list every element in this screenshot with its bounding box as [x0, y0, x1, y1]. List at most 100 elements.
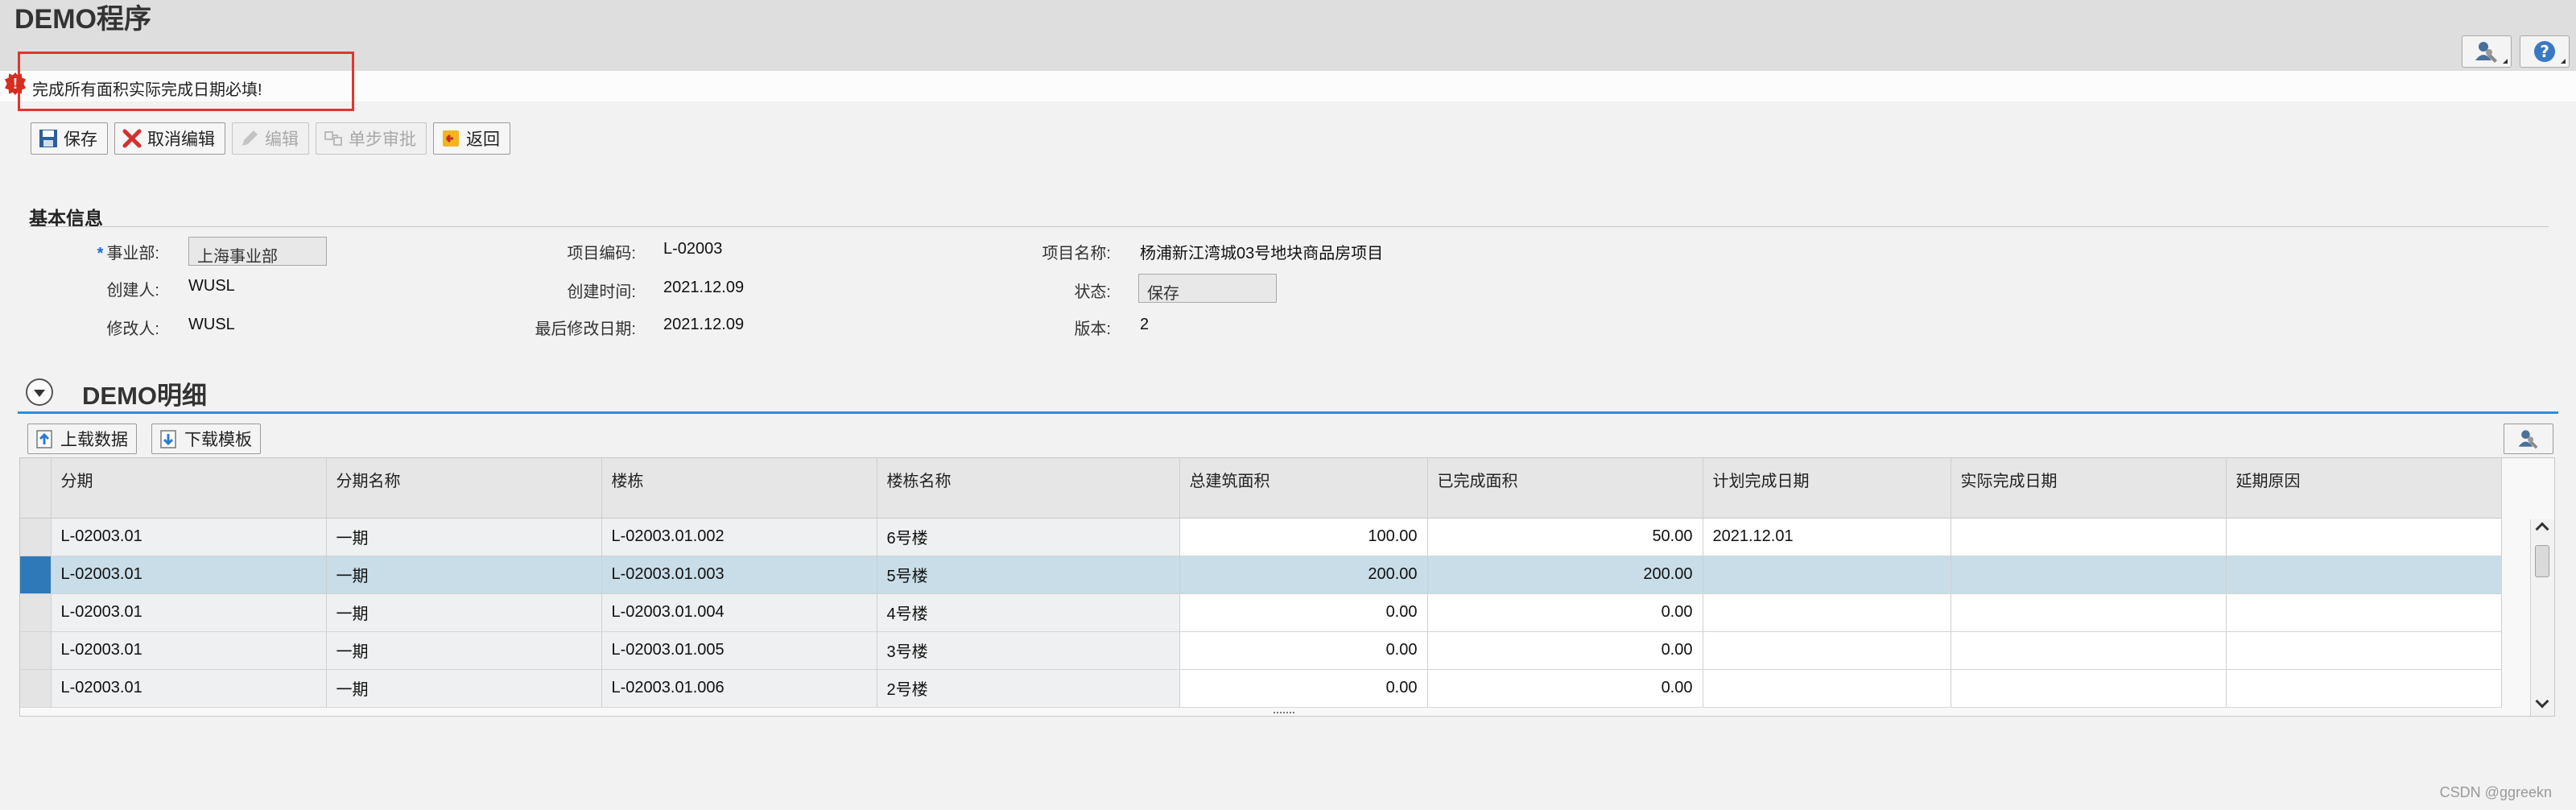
single-approve-label: 单步审批 [349, 130, 416, 149]
column-header[interactable]: 计划完成日期 [1703, 458, 1951, 519]
table-resize-grip[interactable] [1274, 712, 1294, 715]
cell-total-area[interactable]: 0.00 [1179, 631, 1428, 670]
cell-building-name: 2号楼 [877, 669, 1180, 708]
cell-building-name: 4号楼 [877, 593, 1180, 632]
column-header[interactable]: 实际完成日期 [1951, 458, 2227, 519]
table-row[interactable]: L-02003.01 一期 L-02003.01.006 2号楼 0.00 0.… [20, 669, 2502, 708]
version-label: 版本: [1074, 320, 1111, 338]
column-header[interactable]: 分期名称 [326, 458, 602, 519]
cell-building: L-02003.01.005 [601, 631, 877, 670]
cell-actual-date[interactable] [1951, 593, 2227, 632]
save-icon [39, 130, 57, 147]
row-selector[interactable] [20, 669, 52, 708]
last-modified-label: 最后修改日期: [535, 320, 636, 338]
cell-total-area[interactable]: 100.00 [1179, 518, 1428, 556]
detail-divider [18, 411, 2558, 414]
section-divider [29, 226, 2549, 227]
watermark: CSDN @ggreekn [2439, 784, 2552, 800]
project-code-value: L-02003 [663, 240, 723, 258]
cell-completed-area[interactable]: 200.00 [1427, 556, 1703, 594]
cell-planned-date[interactable] [1703, 556, 1951, 594]
row-selector-header[interactable] [20, 458, 52, 519]
cell-total-area[interactable]: 0.00 [1179, 669, 1428, 708]
upload-data-button[interactable]: 上载数据 [27, 424, 137, 454]
required-marker: * [97, 245, 104, 262]
collapse-toggle[interactable] [26, 378, 53, 406]
status-label: 状态: [1074, 283, 1111, 301]
cell-planned-date[interactable] [1703, 669, 1951, 708]
cell-completed-area[interactable]: 0.00 [1427, 631, 1703, 670]
back-icon [443, 130, 459, 147]
cell-delay-reason[interactable] [2226, 631, 2502, 670]
main-toolbar: 保存 取消编辑 编辑 单步审批 返回 [31, 122, 510, 155]
division-field[interactable]: 上海事业部 [188, 237, 327, 266]
cell-delay-reason[interactable] [2226, 556, 2502, 594]
table-row[interactable]: L-02003.01 一期 L-02003.01.002 6号楼 100.00 … [20, 518, 2502, 556]
app-title: DEMO程序 [14, 4, 151, 35]
row-selector[interactable] [20, 593, 52, 632]
column-header[interactable]: 楼栋 [601, 458, 877, 519]
help-button[interactable]: ? [2520, 35, 2570, 68]
close-icon [122, 129, 142, 148]
cell-phase: L-02003.01 [51, 631, 327, 670]
scroll-thumb[interactable] [2535, 545, 2549, 577]
row-selector[interactable] [20, 631, 52, 670]
cell-actual-date[interactable] [1951, 518, 2227, 556]
version-value: 2 [1140, 316, 1150, 333]
column-header[interactable]: 已完成面积 [1427, 458, 1703, 519]
edit-button[interactable]: 编辑 [232, 122, 309, 155]
detail-table: 分期 分期名称 楼栋 楼栋名称 总建筑面积 已完成面积 计划完成日期 实际完成日… [20, 458, 2502, 708]
cell-planned-date[interactable] [1703, 593, 1951, 632]
app-header: DEMO程序 ? [0, 0, 2576, 71]
cell-delay-reason[interactable] [2226, 518, 2502, 556]
column-header[interactable]: 分期 [51, 458, 327, 519]
table-row[interactable]: L-02003.01 一期 L-02003.01.005 3号楼 0.00 0.… [20, 631, 2502, 670]
project-name-label: 项目名称: [1042, 245, 1111, 262]
cell-delay-reason[interactable] [2226, 669, 2502, 708]
cell-actual-date[interactable] [1951, 556, 2227, 594]
cell-actual-date[interactable] [1951, 669, 2227, 708]
grid-settings-button[interactable] [2504, 424, 2553, 454]
cell-phase: L-02003.01 [51, 669, 327, 708]
modifier-value: WUSL [188, 316, 235, 333]
user-settings-button[interactable] [2462, 35, 2512, 68]
column-header[interactable]: 楼栋名称 [877, 458, 1180, 519]
download-template-button[interactable]: 下载模板 [151, 424, 261, 454]
column-header[interactable]: 总建筑面积 [1179, 458, 1428, 519]
table-row[interactable]: L-02003.01 一期 L-02003.01.004 4号楼 0.00 0.… [20, 593, 2502, 632]
division-label: * 事业部: [97, 245, 159, 262]
message-strip [0, 71, 2576, 101]
cell-actual-date[interactable] [1951, 631, 2227, 670]
cell-planned-date[interactable]: 2021.12.01 [1703, 518, 1951, 556]
cell-total-area[interactable]: 200.00 [1179, 556, 1428, 594]
column-header[interactable]: 延期原因 [2226, 458, 2502, 519]
cell-delay-reason[interactable] [2226, 593, 2502, 632]
vertical-scrollbar[interactable] [2530, 519, 2554, 716]
project-code-label: 项目编码: [567, 245, 636, 262]
cell-completed-area[interactable]: 50.00 [1427, 518, 1703, 556]
save-button[interactable]: 保存 [31, 122, 108, 155]
scroll-up-icon[interactable] [2535, 522, 2549, 536]
modifier-label: 修改人: [106, 320, 159, 338]
cell-phase-name: 一期 [326, 593, 602, 632]
cell-planned-date[interactable] [1703, 631, 1951, 670]
cell-total-area[interactable]: 0.00 [1179, 593, 1428, 632]
back-button[interactable]: 返回 [433, 122, 510, 155]
scroll-down-icon[interactable] [2535, 694, 2549, 709]
download-label: 下载模板 [184, 431, 252, 449]
row-selector[interactable] [20, 518, 52, 556]
cell-building-name: 6号楼 [877, 518, 1180, 556]
single-approve-button[interactable]: 单步审批 [316, 122, 427, 155]
cell-completed-area[interactable]: 0.00 [1427, 669, 1703, 708]
row-selector[interactable] [20, 556, 52, 594]
project-name-value: 杨浦新江湾城03号地块商品房项目 [1140, 245, 1384, 262]
creator-value: WUSL [188, 277, 235, 295]
cell-building: L-02003.01.006 [601, 669, 877, 708]
status-field[interactable]: 保存 [1138, 274, 1277, 303]
last-modified-value: 2021.12.09 [663, 316, 745, 333]
cell-phase-name: 一期 [326, 518, 602, 556]
cell-phase: L-02003.01 [51, 593, 327, 632]
table-row[interactable]: L-02003.01 一期 L-02003.01.003 5号楼 200.00 … [20, 556, 2502, 594]
cell-completed-area[interactable]: 0.00 [1427, 593, 1703, 632]
cancel-edit-button[interactable]: 取消编辑 [114, 122, 225, 155]
